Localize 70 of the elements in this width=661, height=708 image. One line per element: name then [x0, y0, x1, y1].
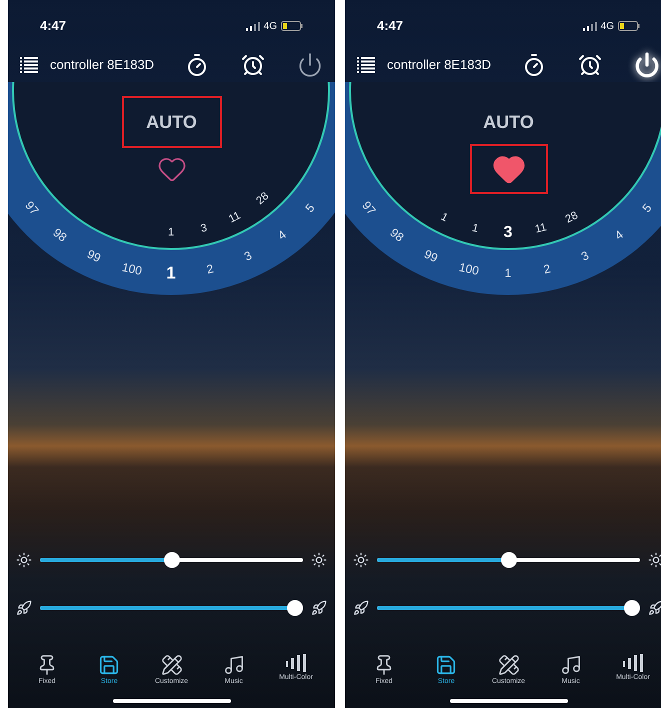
- battery-icon: [618, 21, 640, 31]
- bars-icon: [622, 654, 644, 672]
- network-label: 4G: [600, 20, 614, 34]
- rocket-icon: [648, 600, 661, 616]
- dial-number[interactable]: 11: [228, 210, 244, 225]
- slider-thumb[interactable]: [500, 552, 516, 568]
- status-time: 4:47: [40, 17, 66, 36]
- sun-icon: [16, 552, 32, 568]
- dial-number[interactable]: 98: [388, 226, 406, 244]
- dial-number[interactable]: 4: [612, 228, 626, 242]
- dial-number[interactable]: 1: [166, 264, 176, 282]
- network-label: 4G: [264, 20, 277, 34]
- dial-number[interactable]: 28: [255, 190, 272, 208]
- pencil-ruler-icon: [160, 654, 182, 676]
- power-icon[interactable]: [297, 52, 323, 78]
- dial-number[interactable]: 3: [242, 249, 254, 263]
- status-time: 4:47: [377, 17, 404, 36]
- dial-number[interactable]: 100: [458, 260, 480, 277]
- dial-number[interactable]: 3: [200, 223, 208, 236]
- dial-number[interactable]: 4: [275, 228, 288, 242]
- music-note-icon: [222, 654, 245, 676]
- dial-number[interactable]: 5: [640, 202, 654, 214]
- battery-icon: [281, 21, 303, 31]
- slider-thumb[interactable]: [287, 600, 303, 616]
- pencil-ruler-icon: [498, 654, 520, 676]
- alarm-clock-icon[interactable]: [578, 53, 602, 77]
- menu-icon[interactable]: [20, 57, 38, 73]
- dial-number[interactable]: 1: [470, 223, 480, 236]
- dial-number[interactable]: 1: [438, 211, 449, 224]
- slider-thumb[interactable]: [624, 600, 640, 616]
- slider[interactable]: [40, 600, 303, 616]
- dial-number[interactable]: 11: [534, 222, 548, 236]
- slider[interactable]: [377, 552, 640, 568]
- dial-number[interactable]: 97: [22, 199, 40, 217]
- alarm-clock-icon[interactable]: [241, 53, 265, 77]
- sun-icon: [311, 552, 327, 568]
- music-note-icon: [560, 654, 582, 676]
- favorite-button[interactable]: [470, 144, 548, 194]
- dial-number[interactable]: 3: [504, 225, 512, 241]
- dial-number[interactable]: 2: [206, 262, 215, 276]
- slider[interactable]: [40, 552, 303, 568]
- rocket-icon: [311, 600, 327, 616]
- dial-number[interactable]: 5: [304, 202, 318, 214]
- rocket-icon: [16, 600, 32, 616]
- rocket-icon: [353, 600, 369, 616]
- dial-number[interactable]: 3: [579, 249, 590, 263]
- dial-number[interactable]: 28: [564, 210, 580, 226]
- dial-number[interactable]: 2: [542, 262, 552, 276]
- sun-icon: [353, 552, 369, 568]
- power-icon[interactable]: [634, 52, 660, 78]
- timer-icon[interactable]: [522, 53, 546, 77]
- bars-icon: [285, 654, 307, 672]
- device-title: controller 8E183D: [387, 56, 492, 74]
- dial-number[interactable]: 1: [504, 267, 512, 279]
- dial-number[interactable]: 100: [120, 260, 143, 277]
- dial-number[interactable]: 99: [422, 248, 440, 264]
- sun-icon: [648, 552, 661, 568]
- slider[interactable]: [377, 600, 640, 616]
- menu-icon[interactable]: [357, 57, 375, 73]
- device-title: controller 8E183D: [50, 56, 156, 74]
- signal-icon: [246, 22, 260, 30]
- dial-number[interactable]: 98: [51, 226, 70, 244]
- mode-button[interactable]: AUTO: [458, 96, 558, 148]
- dial-number[interactable]: 97: [360, 199, 378, 217]
- slider-thumb[interactable]: [164, 552, 180, 568]
- signal-icon: [582, 22, 597, 30]
- dial-number[interactable]: 1: [168, 228, 174, 238]
- mode-button[interactable]: AUTO: [122, 96, 222, 148]
- dial-number[interactable]: 99: [86, 248, 103, 264]
- timer-icon[interactable]: [185, 53, 209, 77]
